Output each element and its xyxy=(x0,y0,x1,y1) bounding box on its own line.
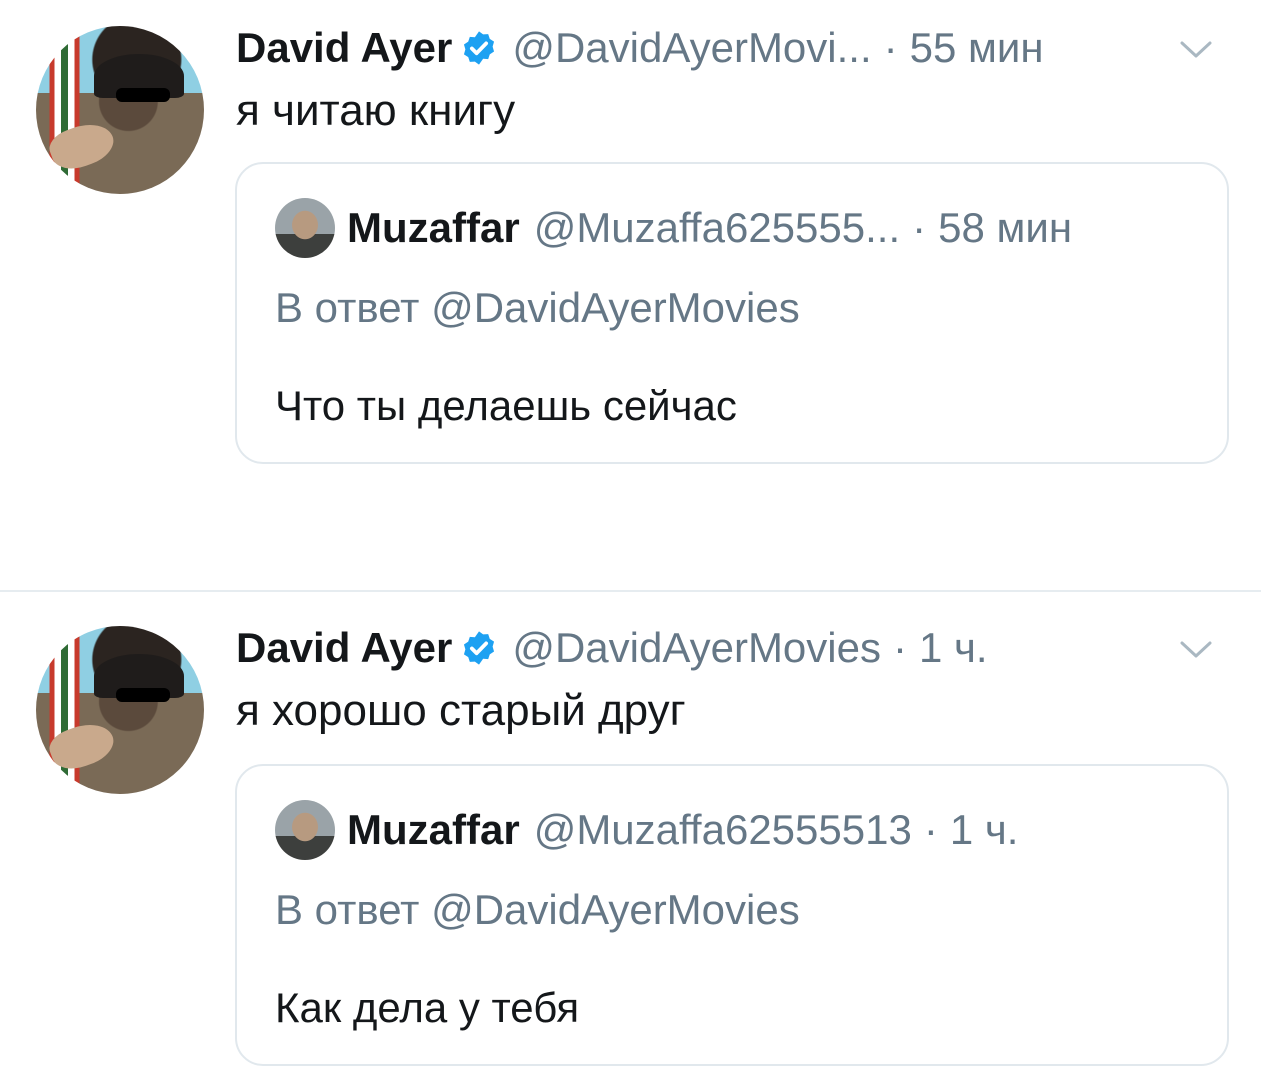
separator-dot: · xyxy=(892,624,907,671)
separator-dot: · xyxy=(923,806,938,853)
quoted-author-name: Muzaffar xyxy=(347,204,520,251)
quoted-tweet[interactable]: Muzaffar @Muzaffa62555513 · 1 ч. В ответ… xyxy=(235,764,1229,1066)
reply-to-label: В ответ @DavidAyerMovies xyxy=(275,886,800,933)
quoted-tweet-timestamp: 58 мин xyxy=(938,204,1073,251)
tweet-text: я читаю книгу xyxy=(236,86,516,135)
separator-dot: · xyxy=(883,24,898,71)
avatar-glasses xyxy=(116,88,170,102)
verified-badge-icon xyxy=(464,31,495,65)
author-name[interactable]: David Ayer xyxy=(236,24,452,72)
author-handle[interactable]: @DavidAyerMovi... xyxy=(512,24,871,72)
tweet-header: David Ayer @DavidAyerMovi... · 55 мин xyxy=(236,18,1044,78)
quoted-author-handle: @Muzaffa625555... xyxy=(533,204,901,251)
reply-to-label: В ответ @DavidAyerMovies xyxy=(275,284,800,331)
quoted-author-avatar xyxy=(275,800,335,860)
chevron-down-icon[interactable] xyxy=(1179,40,1213,60)
separator-dot: · xyxy=(912,204,927,251)
tweet-timestamp[interactable]: 1 ч. xyxy=(919,624,988,672)
tweet-header: David Ayer @DavidAyerMovies · 1 ч. xyxy=(236,618,988,678)
verified-badge-icon xyxy=(464,631,495,665)
quoted-tweet-header: Muzaffar @Muzaffa62555513 · 1 ч. xyxy=(347,798,1018,862)
quoted-author-name: Muzaffar xyxy=(347,806,520,853)
author-avatar[interactable] xyxy=(36,626,204,794)
tweet-divider xyxy=(0,590,1261,592)
tweet-timestamp[interactable]: 55 мин xyxy=(910,24,1044,72)
tweet-text: я хорошо старый друг xyxy=(236,686,686,735)
author-avatar[interactable] xyxy=(36,26,204,194)
tweet[interactable]: David Ayer @DavidAyerMovi... · 55 мин я … xyxy=(0,0,1261,560)
avatar-hand xyxy=(45,716,119,776)
tweet[interactable]: David Ayer @DavidAyerMovies · 1 ч. я хор… xyxy=(0,600,1261,1080)
avatar-glasses xyxy=(116,688,170,702)
quoted-author-handle: @Muzaffa62555513 xyxy=(533,806,912,853)
quoted-tweet-header: Muzaffar @Muzaffa625555... · 58 мин xyxy=(347,196,1072,260)
chevron-down-icon[interactable] xyxy=(1179,640,1213,660)
author-handle[interactable]: @DavidAyerMovies xyxy=(512,624,881,672)
quoted-tweet-text: Что ты делаешь сейчас xyxy=(275,382,737,429)
quoted-tweet-text: Как дела у тебя xyxy=(275,984,580,1031)
avatar-hand xyxy=(45,116,119,176)
quoted-author-avatar xyxy=(275,198,335,258)
quoted-tweet[interactable]: Muzaffar @Muzaffa625555... · 58 мин В от… xyxy=(235,162,1229,464)
quoted-tweet-timestamp: 1 ч. xyxy=(949,806,1019,853)
author-name[interactable]: David Ayer xyxy=(236,624,452,672)
